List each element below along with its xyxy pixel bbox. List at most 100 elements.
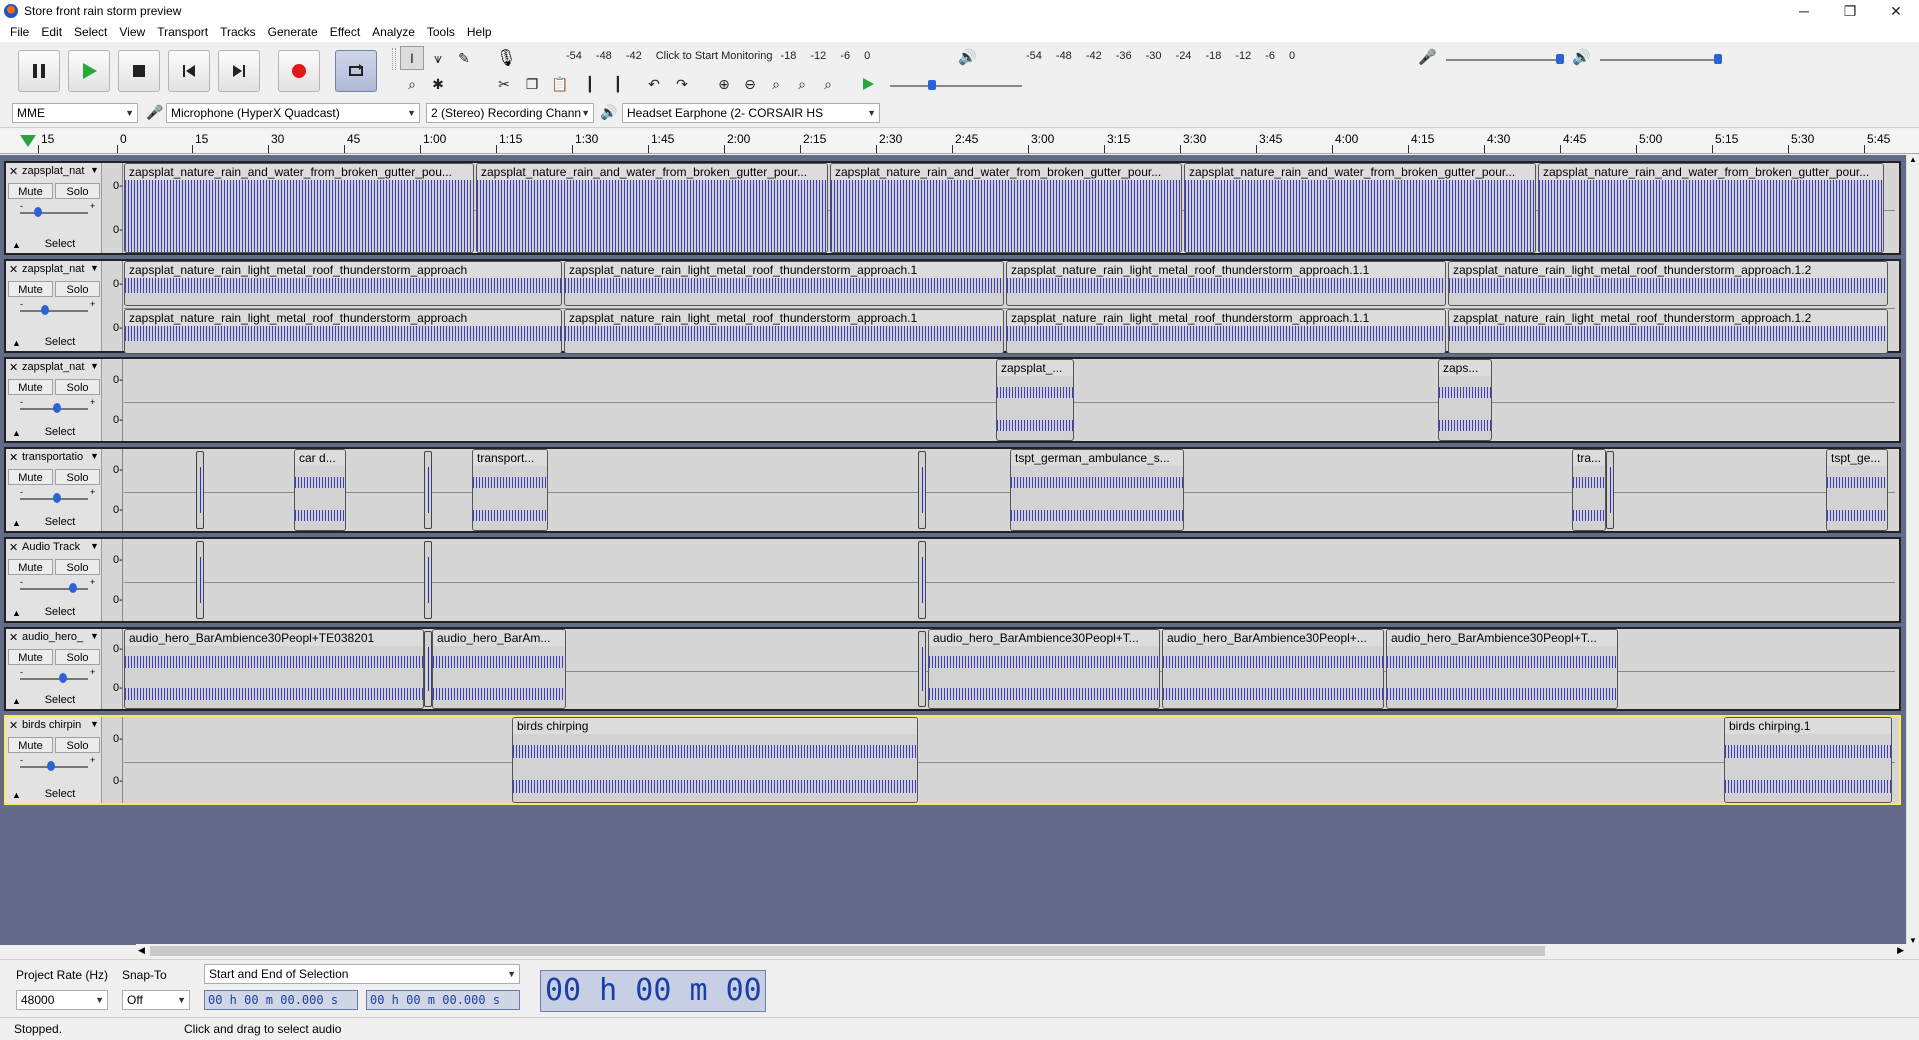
- audio-track[interactable]: ✕ Audio Track ▼ Mute Solo - + ▲ Select 0- 0-: [4, 537, 1901, 623]
- clip-boundary-marker[interactable]: [1606, 451, 1614, 529]
- audio-host-select[interactable]: MME ▼: [12, 103, 138, 123]
- clip-name[interactable]: transport...: [473, 450, 547, 466]
- clip-name[interactable]: tspt_german_ambulance_s...: [1011, 450, 1183, 466]
- clip-boundary-marker[interactable]: [424, 631, 432, 707]
- clip-name[interactable]: zapsplat_nature_rain_light_metal_roof_th…: [565, 262, 1003, 278]
- trim-button[interactable]: ┃: [578, 72, 602, 96]
- record-volume-thumb[interactable]: [1556, 54, 1564, 64]
- menu-analyze[interactable]: Analyze: [366, 22, 421, 42]
- solo-button[interactable]: Solo: [55, 737, 100, 753]
- audio-clip[interactable]: zapsplat_nature_rain_and_water_from_brok…: [830, 163, 1182, 253]
- clip-name[interactable]: zapsplat_nature_rain_light_metal_roof_th…: [1449, 310, 1887, 326]
- audio-clip[interactable]: zaps...: [1438, 359, 1492, 441]
- audio-clip[interactable]: zapsplat_nature_rain_and_water_from_brok…: [1538, 163, 1884, 253]
- select-track-button[interactable]: Select: [26, 786, 94, 802]
- mute-button[interactable]: Mute: [8, 737, 53, 753]
- track-name[interactable]: birds chirpin: [22, 719, 86, 731]
- scroll-up-icon[interactable]: ▲: [1909, 155, 1917, 164]
- audio-track[interactable]: ✕ birds chirpin ▼ Mute Solo - + ▲ Select 0- 0- bird…: [4, 715, 1901, 805]
- audio-track[interactable]: ✕ zapsplat_nat ▼ Mute Solo - + ▲ Select 0- 0- zapsp…: [4, 161, 1901, 255]
- monitor-hint[interactable]: Click to Start Monitoring: [656, 50, 773, 62]
- clip-boundary-marker[interactable]: [918, 541, 926, 619]
- select-track-button[interactable]: Select: [26, 692, 94, 708]
- collapse-track-icon[interactable]: ▲: [12, 696, 21, 706]
- audio-clip[interactable]: tra...: [1572, 449, 1606, 531]
- menu-file[interactable]: File: [4, 22, 35, 42]
- gain-slider[interactable]: [20, 310, 88, 312]
- audio-clip[interactable]: zapsplat_nature_rain_light_metal_roof_th…: [1006, 309, 1446, 354]
- solo-button[interactable]: Solo: [55, 649, 100, 665]
- play-head-icon[interactable]: [18, 133, 38, 151]
- clip-name[interactable]: zapsplat_nature_rain_light_metal_roof_th…: [1007, 262, 1445, 278]
- recording-channels-select[interactable]: 2 (Stereo) Recording Chann ▼: [426, 103, 594, 123]
- minimize-icon[interactable]: ─: [1781, 0, 1827, 22]
- mute-button[interactable]: Mute: [8, 469, 53, 485]
- clip-boundary-marker[interactable]: [918, 631, 926, 707]
- track-menu-chevron-icon[interactable]: ▼: [90, 631, 99, 641]
- scroll-left-icon[interactable]: ◀: [138, 945, 145, 956]
- audio-clip[interactable]: zapsplat_nature_rain_and_water_from_brok…: [1184, 163, 1536, 253]
- copy-button[interactable]: ❐: [520, 72, 544, 96]
- play-speed-thumb[interactable]: [928, 80, 936, 90]
- close-window-icon[interactable]: ✕: [1873, 0, 1919, 22]
- zoom-out-button[interactable]: ⊖: [738, 72, 762, 96]
- scroll-down-icon[interactable]: ▼: [1909, 936, 1917, 945]
- track-menu-chevron-icon[interactable]: ▼: [90, 263, 99, 273]
- audio-clip[interactable]: transport...: [472, 449, 548, 531]
- close-track-icon[interactable]: ✕: [9, 361, 18, 374]
- playback-meter[interactable]: -54 -48 -42 -36 -30 -24 -18 -12 -6 0: [1026, 46, 1309, 66]
- clip-name[interactable]: zapsplat_nature_rain_and_water_from_brok…: [1539, 164, 1883, 180]
- gain-slider[interactable]: [20, 678, 88, 680]
- audio-clip[interactable]: zapsplat_nature_rain_light_metal_roof_th…: [124, 309, 562, 354]
- mute-button[interactable]: Mute: [8, 379, 53, 395]
- track-menu-chevron-icon[interactable]: ▼: [90, 165, 99, 175]
- solo-button[interactable]: Solo: [55, 379, 100, 395]
- clip-name[interactable]: zapsplat_nature_rain_light_metal_roof_th…: [1449, 262, 1887, 278]
- audio-clip[interactable]: audio_hero_BarAmbience30Peopl+TE038201: [124, 629, 424, 709]
- track-name[interactable]: zapsplat_nat: [22, 263, 86, 275]
- horizontal-scroll-thumb[interactable]: [150, 946, 1545, 956]
- recording-device-select[interactable]: Microphone (HyperX Quadcast) ▼: [166, 103, 420, 123]
- clip-name[interactable]: zapsplat_nature_rain_and_water_from_brok…: [831, 164, 1181, 180]
- solo-button[interactable]: Solo: [55, 183, 100, 199]
- audio-clip[interactable]: zapsplat_nature_rain_light_metal_roof_th…: [1448, 309, 1888, 354]
- paste-button[interactable]: 📋: [548, 72, 572, 96]
- zoom-in-button[interactable]: ⊕: [712, 72, 736, 96]
- selection-mode-select[interactable]: Start and End of Selection ▼: [204, 964, 520, 984]
- audio-clip[interactable]: tspt_ge...: [1826, 449, 1888, 531]
- clip-name[interactable]: zapsplat_nature_rain_and_water_from_brok…: [477, 164, 827, 180]
- gain-slider-thumb[interactable]: [52, 493, 61, 503]
- gain-slider[interactable]: [20, 212, 88, 214]
- collapse-track-icon[interactable]: ▲: [12, 240, 21, 250]
- mute-button[interactable]: Mute: [8, 649, 53, 665]
- menu-tracks[interactable]: Tracks: [214, 22, 262, 42]
- select-track-button[interactable]: Select: [26, 236, 94, 252]
- record-volume-slider[interactable]: [1446, 59, 1562, 61]
- track-name[interactable]: Audio Track: [22, 541, 86, 553]
- selection-start-time[interactable]: 00 h 00 m 00.000 s: [204, 990, 358, 1010]
- gain-slider-thumb[interactable]: [47, 761, 56, 771]
- clip-name[interactable]: audio_hero_BarAm...: [433, 630, 565, 646]
- clip-boundary-marker[interactable]: [918, 451, 926, 529]
- pause-button[interactable]: [18, 50, 60, 92]
- audio-clip[interactable]: tspt_german_ambulance_s...: [1010, 449, 1184, 531]
- play-at-speed-button[interactable]: [856, 72, 880, 96]
- skip-to-end-button[interactable]: [218, 50, 260, 92]
- clip-name[interactable]: birds chirping: [513, 718, 917, 734]
- collapse-track-icon[interactable]: ▲: [12, 338, 21, 348]
- mute-button[interactable]: Mute: [8, 281, 53, 297]
- clip-name[interactable]: audio_hero_BarAmbience30Peopl+T...: [1387, 630, 1617, 646]
- select-track-button[interactable]: Select: [26, 334, 94, 350]
- selection-tool[interactable]: I: [400, 46, 424, 70]
- clip-boundary-marker[interactable]: [196, 541, 204, 619]
- gain-slider-thumb[interactable]: [68, 583, 77, 593]
- horizontal-scrollbar[interactable]: ◀ ▶: [136, 944, 1906, 958]
- audio-clip[interactable]: audio_hero_BarAmbience30Peopl+...: [1162, 629, 1384, 709]
- menu-transport[interactable]: Transport: [151, 22, 214, 42]
- vertical-scrollbar[interactable]: ▲ ▼: [1906, 155, 1919, 945]
- menu-tools[interactable]: Tools: [421, 22, 461, 42]
- audio-track[interactable]: ✕ audio_hero_ ▼ Mute Solo - + ▲ Select 0- 0- audio_…: [4, 627, 1901, 711]
- menu-effect[interactable]: Effect: [324, 22, 366, 42]
- skip-to-start-button[interactable]: [168, 50, 210, 92]
- clip-boundary-marker[interactable]: [424, 451, 432, 529]
